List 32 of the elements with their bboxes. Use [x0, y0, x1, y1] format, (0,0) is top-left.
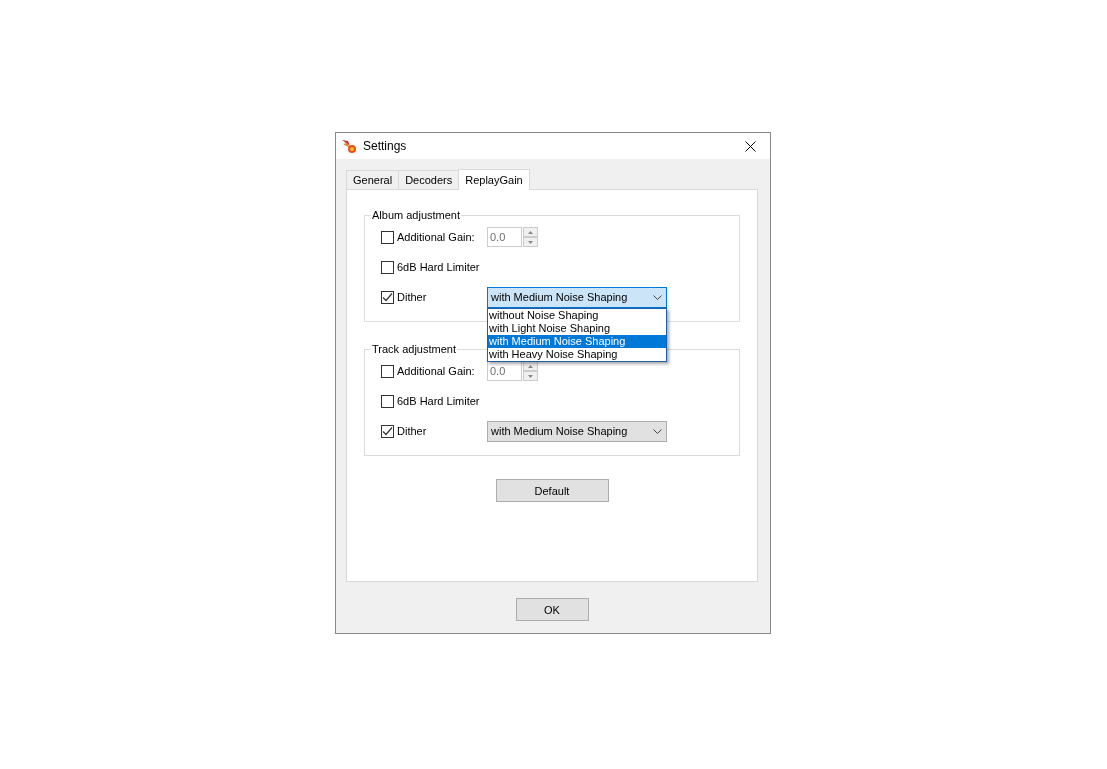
group-title: Album adjustment	[371, 209, 462, 222]
checkbox[interactable]	[381, 424, 394, 438]
ok-button[interactable]: OK	[515, 598, 589, 621]
checkbox-label: 6dB Hard Limiter	[397, 261, 480, 273]
checkbox[interactable]	[381, 394, 394, 408]
spin-down-button[interactable]	[523, 237, 538, 247]
chevron-down-icon	[653, 428, 662, 434]
arrow-down-icon	[528, 240, 533, 244]
dropdown-option[interactable]: without Noise Shaping	[488, 308, 666, 322]
arrow-down-icon	[528, 374, 533, 378]
close-icon	[744, 140, 756, 152]
checkbox[interactable]	[381, 260, 394, 274]
dither-dropdown[interactable]: with Medium Noise Shaping	[487, 286, 667, 308]
arrow-up-icon	[528, 230, 533, 234]
spin-down-button[interactable]	[523, 371, 538, 381]
default-button[interactable]: Default	[495, 479, 609, 502]
dither-dropdown[interactable]: with Medium Noise Shaping	[487, 420, 667, 442]
spin-up-button[interactable]	[523, 227, 538, 237]
comet-icon	[341, 138, 357, 154]
tab[interactable]: General	[346, 170, 400, 189]
arrow-up-icon	[528, 364, 533, 368]
checkbox-label: Additional Gain:	[397, 231, 475, 243]
spin-up-button[interactable]	[523, 361, 538, 371]
checkbox-label: Additional Gain:	[397, 365, 475, 377]
window-title: Settings	[363, 139, 408, 153]
checkbox-label: Dither	[397, 291, 427, 303]
checkbox-label: 6dB Hard Limiter	[397, 395, 480, 407]
group-title: Track adjustment	[371, 343, 457, 356]
tab[interactable]: ReplayGain	[458, 169, 530, 190]
checkbox-label: Dither	[397, 425, 427, 437]
chevron-down-icon	[653, 294, 662, 300]
checkbox[interactable]	[381, 290, 394, 304]
